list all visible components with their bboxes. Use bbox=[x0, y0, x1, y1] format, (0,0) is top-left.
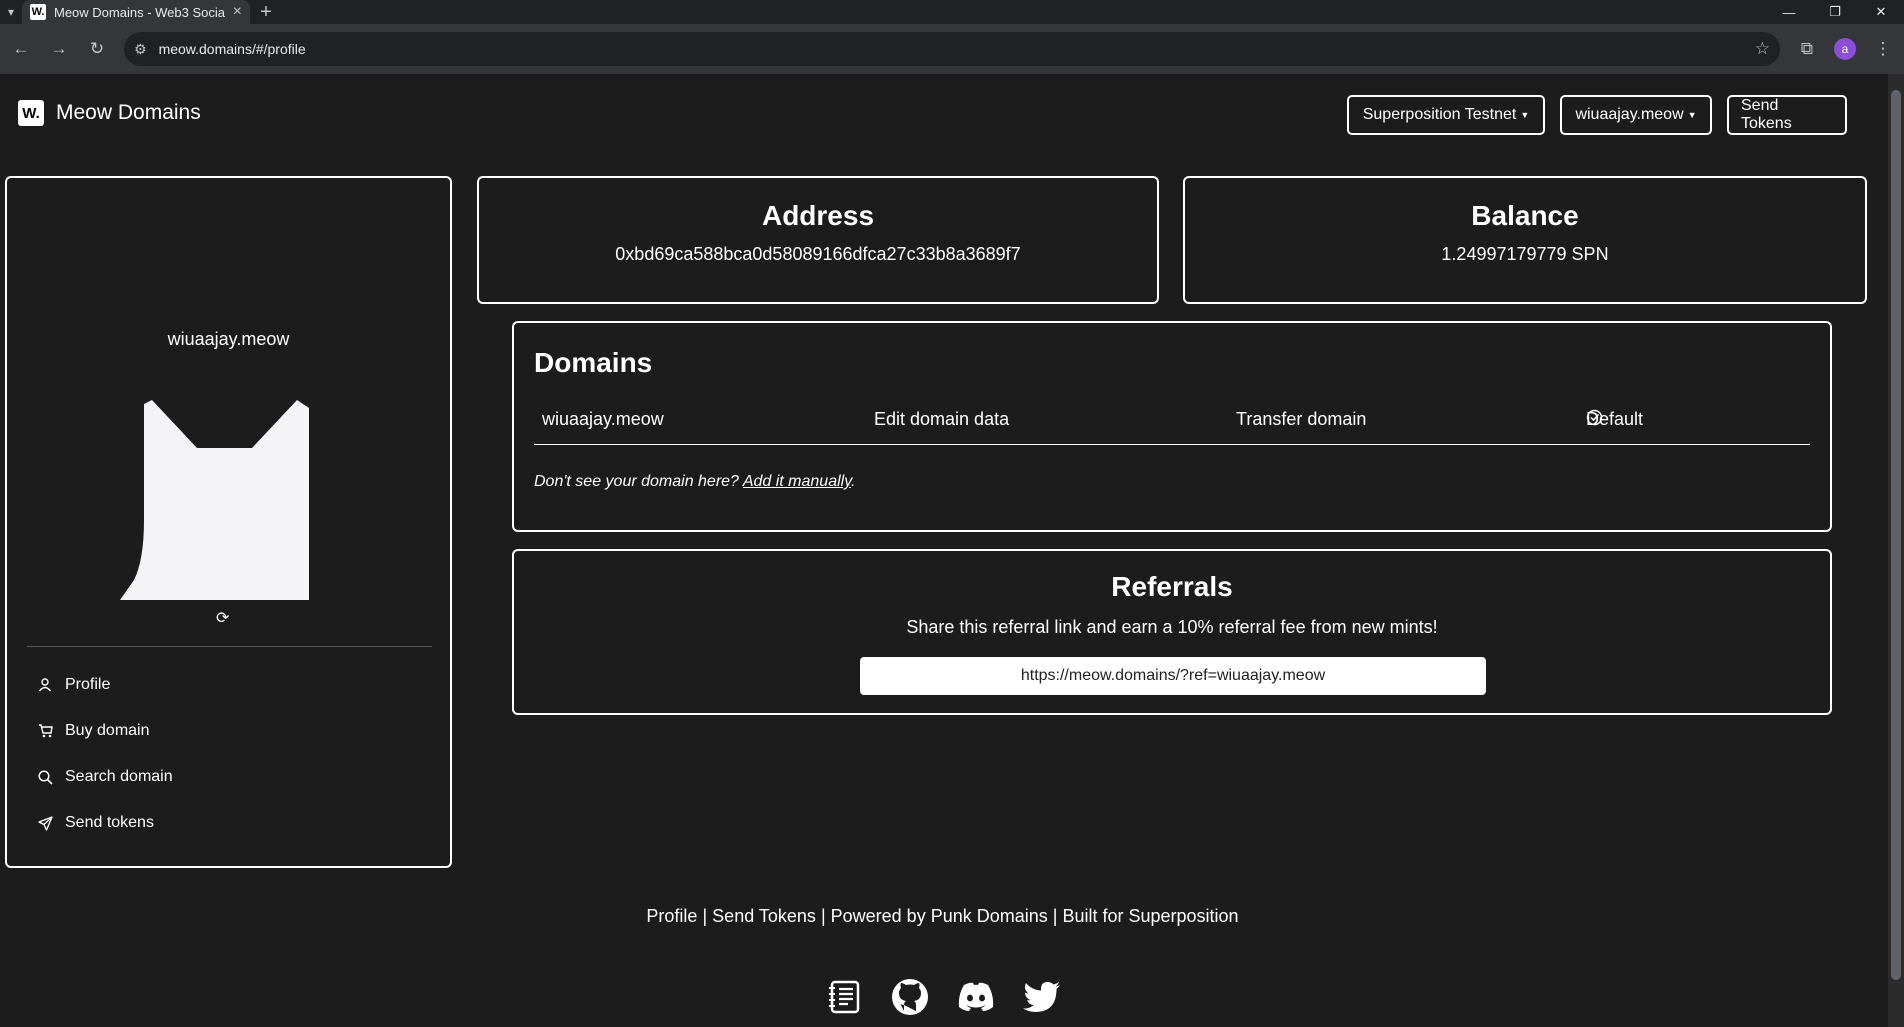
profile-avatar-button[interactable]: a bbox=[1828, 32, 1862, 66]
footer-separator: | bbox=[1052, 906, 1058, 926]
avatar: a bbox=[1834, 38, 1856, 60]
minimize-icon[interactable]: — bbox=[1766, 0, 1812, 24]
sidebar-item-label: Buy domain bbox=[65, 722, 150, 739]
caret-down-icon: ▼ bbox=[1520, 110, 1530, 120]
account-dropdown-button[interactable]: wiuaajay.meow ▼ bbox=[1560, 95, 1712, 135]
twitter-icon[interactable] bbox=[1022, 977, 1062, 1017]
brand-link[interactable]: W. Meow Domains bbox=[18, 100, 201, 126]
network-dropdown-button[interactable]: Superposition Testnet ▼ bbox=[1347, 95, 1545, 135]
sidebar-divider bbox=[27, 646, 432, 647]
address-value: 0xbd69ca588bca0d58089166dfca27c33b8a3689… bbox=[615, 244, 1021, 264]
close-tab-icon[interactable]: × bbox=[233, 3, 242, 21]
footer-powered-by-link[interactable]: Powered by Punk Domains bbox=[831, 906, 1048, 926]
github-icon[interactable] bbox=[890, 977, 930, 1017]
address-heading: Address bbox=[761, 200, 875, 231]
person-icon bbox=[37, 678, 53, 692]
balance-value: 1.24997179779 SPN bbox=[1441, 244, 1609, 264]
default-domain-status: Default bbox=[1586, 409, 1643, 429]
extensions-icon[interactable]: ⧉ bbox=[1790, 32, 1824, 66]
note-end: . bbox=[851, 473, 856, 490]
transfer-domain-link[interactable]: Transfer domain bbox=[1236, 409, 1366, 430]
favicon-icon: W. bbox=[30, 4, 46, 20]
referrals-card: Referrals Share this referral link and e… bbox=[512, 549, 1832, 715]
menu-kebab-icon[interactable]: ⋮ bbox=[1866, 32, 1900, 66]
footer-separator: | bbox=[820, 906, 826, 926]
network-label: Superposition Testnet bbox=[1362, 106, 1517, 123]
brand-logo-icon: W. bbox=[18, 100, 44, 126]
note-text: Don't see your domain here? bbox=[534, 473, 739, 490]
profile-sidebar: wiuaajay.meow ⟳ Profile Buy domain Searc… bbox=[5, 176, 452, 868]
address-card: Address 0xbd69ca588bca0d58089166dfca27c3… bbox=[477, 176, 1159, 304]
bookmark-star-icon[interactable]: ☆ bbox=[1755, 39, 1770, 59]
sidebar-item-label: Profile bbox=[65, 676, 111, 693]
edit-domain-link[interactable]: Edit domain data bbox=[874, 409, 1009, 430]
tab-title: Meow Domains - Web3 Social I bbox=[54, 4, 225, 20]
balance-card: Balance 1.24997179779 SPN bbox=[1183, 176, 1867, 304]
referrals-heading: Referrals bbox=[1111, 571, 1233, 602]
footer-separator: | bbox=[702, 906, 708, 926]
domain-name-link[interactable]: wiuaajay.meow bbox=[542, 409, 664, 430]
browser-tab[interactable]: W. Meow Domains - Web3 Social I × bbox=[22, 0, 250, 24]
page-scrollbar[interactable] bbox=[1888, 74, 1904, 1027]
sidebar-item-profile[interactable]: Profile bbox=[37, 676, 110, 694]
forward-icon[interactable]: → bbox=[42, 32, 76, 66]
docs-icon[interactable] bbox=[824, 977, 864, 1017]
footer-send-tokens-link[interactable]: Send Tokens bbox=[712, 906, 816, 926]
address-bar[interactable]: ⚙ meow.domains/#/profile ☆ bbox=[124, 32, 1780, 66]
browser-toolbar: ← → ↻ ⚙ meow.domains/#/profile ☆ ⧉ a ⋮ bbox=[0, 24, 1904, 74]
caret-down-icon: ▼ bbox=[1687, 110, 1697, 120]
sidebar-item-search-domain[interactable]: Search domain bbox=[37, 768, 173, 786]
browser-tabbar: ▾ W. Meow Domains - Web3 Social I × + — … bbox=[0, 0, 1904, 24]
brand-name: Meow Domains bbox=[56, 101, 201, 124]
new-tab-button[interactable]: + bbox=[250, 0, 282, 24]
sidebar-item-label: Send tokens bbox=[65, 814, 154, 831]
close-window-icon[interactable]: ✕ bbox=[1858, 0, 1904, 24]
add-domain-note: Don't see your domain here? Add it manua… bbox=[534, 473, 855, 491]
sidebar-item-buy-domain[interactable]: Buy domain bbox=[37, 722, 150, 740]
domains-heading: Domains bbox=[534, 347, 653, 378]
footer-profile-link[interactable]: Profile bbox=[646, 906, 697, 926]
referral-link-input[interactable]: https://meow.domains/?ref=wiuaajay.meow bbox=[860, 657, 1486, 695]
send-icon bbox=[37, 815, 53, 831]
footer-social-icons bbox=[0, 977, 1885, 1017]
add-manually-link[interactable]: Add it manually bbox=[743, 473, 851, 490]
sidebar-item-send-tokens[interactable]: Send tokens bbox=[37, 814, 154, 832]
restore-icon[interactable]: ❐ bbox=[1812, 0, 1858, 24]
scrollbar-thumb[interactable] bbox=[1891, 90, 1901, 980]
sidebar-username: wiuaajay.meow bbox=[167, 329, 290, 349]
discord-icon[interactable] bbox=[956, 977, 996, 1017]
search-icon bbox=[37, 769, 53, 785]
window-controls: — ❐ ✕ bbox=[1766, 0, 1904, 24]
default-label: Default bbox=[1586, 409, 1644, 429]
sidebar-item-label: Search domain bbox=[65, 768, 173, 785]
table-row: wiuaajay.meow Edit domain data Transfer … bbox=[534, 409, 1810, 445]
account-label: wiuaajay.meow bbox=[1575, 106, 1684, 123]
cart-icon bbox=[37, 724, 53, 738]
reload-icon[interactable]: ↻ bbox=[80, 32, 114, 66]
balance-heading: Balance bbox=[1471, 200, 1579, 231]
footer-links: Profile | Send Tokens | Powered by Punk … bbox=[0, 906, 1885, 927]
refresh-avatar-icon[interactable]: ⟳ bbox=[216, 608, 229, 628]
referrals-subtitle: Share this referral link and earn a 10% … bbox=[906, 617, 1438, 637]
site-info-icon[interactable]: ⚙ bbox=[134, 41, 147, 58]
back-icon[interactable]: ← bbox=[4, 32, 38, 66]
cat-avatar-image bbox=[120, 400, 309, 600]
tab-search-icon[interactable]: ▾ bbox=[0, 0, 22, 24]
send-tokens-button[interactable]: Send Tokens bbox=[1727, 95, 1847, 135]
url-text[interactable]: meow.domains/#/profile bbox=[159, 41, 1743, 57]
footer-built-for-link[interactable]: Built for Superposition bbox=[1062, 906, 1238, 926]
domains-card: Domains wiuaajay.meow Edit domain data T… bbox=[512, 321, 1832, 532]
